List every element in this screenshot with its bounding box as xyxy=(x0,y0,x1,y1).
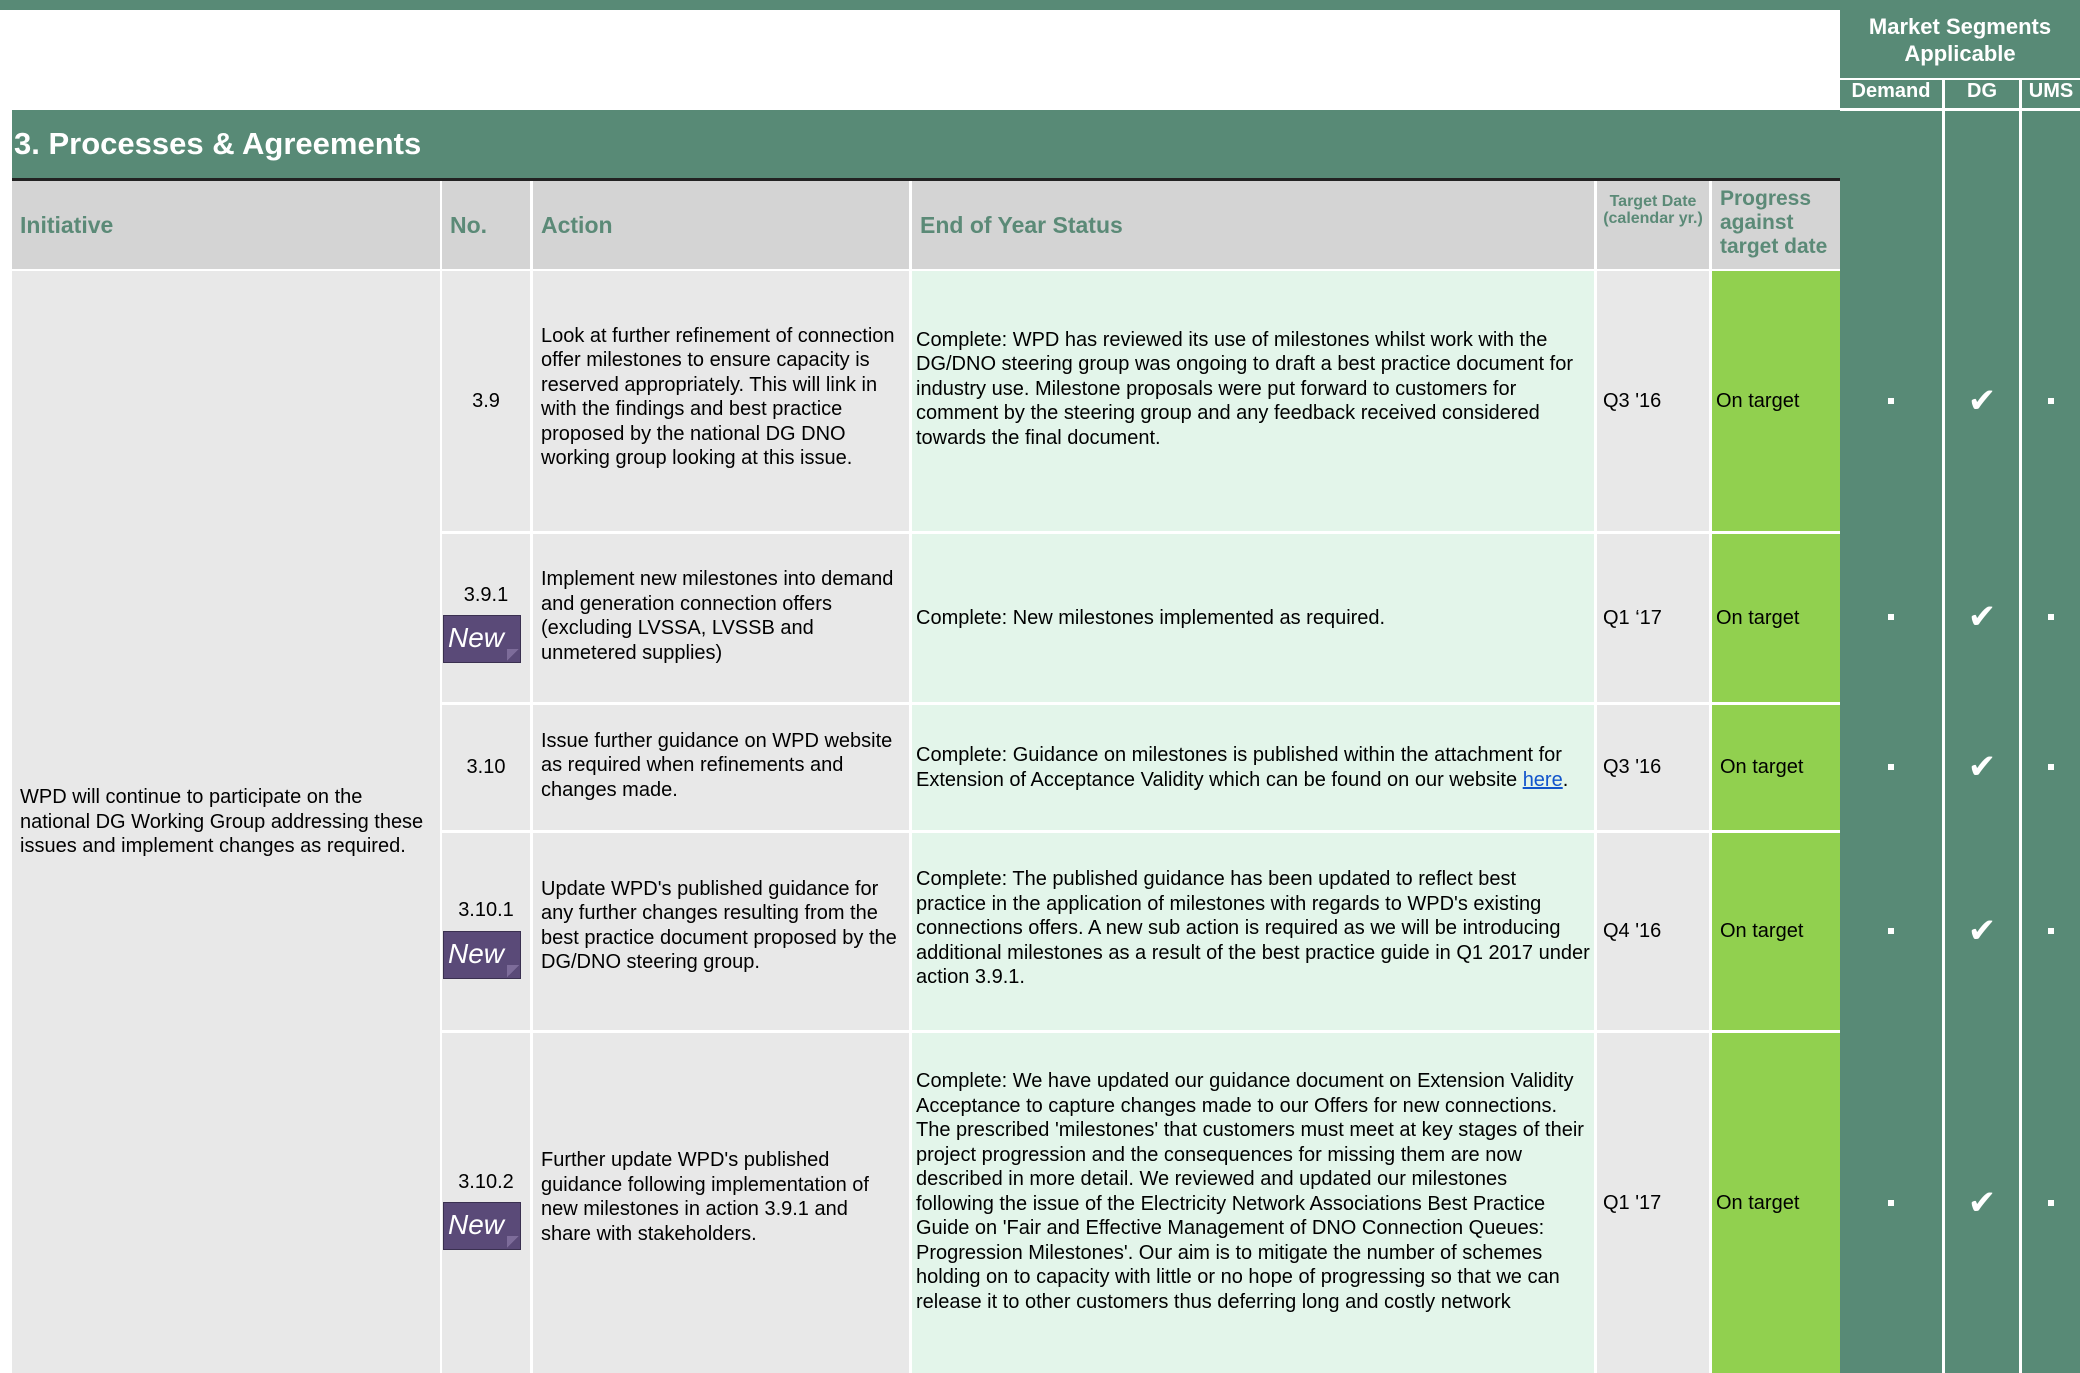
header-initiative: Initiative xyxy=(12,181,440,269)
top-bar xyxy=(0,0,2080,10)
check-icon: ✔ xyxy=(1967,382,1997,420)
header-no: No. xyxy=(442,181,530,269)
new-badge: New xyxy=(443,615,521,664)
dot-icon xyxy=(1840,398,1942,404)
market-segment-label-dg: DG xyxy=(1967,80,1997,102)
row-3-10-2-number: 3.10.2 New xyxy=(442,1033,530,1373)
row-3-10-2-progress: On target xyxy=(1712,1033,1840,1373)
header-end-of-year-status: End of Year Status xyxy=(912,181,1594,269)
row-3-10-number: 3.10 xyxy=(442,705,530,830)
section-title: 3. Processes & Agreements xyxy=(12,110,1840,178)
row-3-10-1-number: 3.10.1 New xyxy=(442,833,530,1030)
row-3-10-2-target-date: Q1 '17 xyxy=(1597,1033,1709,1373)
row-3-9-progress: On target xyxy=(1712,271,1840,531)
row-3-10-1-target-date: Q4 '16 xyxy=(1597,833,1709,1030)
row-3-9-1-action: Implement new milestones into demand and… xyxy=(533,534,909,702)
market-segment-label-ums: UMS xyxy=(2028,80,2074,102)
market-segments-title: Market Segments Applicable xyxy=(1840,10,2080,78)
new-badge: New xyxy=(443,930,521,979)
new-badge: New xyxy=(443,1202,521,1251)
header-action: Action xyxy=(533,181,909,269)
row-3-10-target-date: Q3 '16 xyxy=(1597,705,1709,830)
check-icon: ✔ xyxy=(1967,748,1997,786)
check-icon: ✔ xyxy=(1967,1184,1997,1222)
row-3-10-action: Issue further guidance on WPD website as… xyxy=(533,705,909,830)
row-3-10-progress: On target xyxy=(1712,705,1840,830)
market-segment-label-demand: Demand xyxy=(1851,80,1931,102)
dot-icon xyxy=(1840,764,1942,770)
dot-icon xyxy=(2022,1200,2080,1206)
row-3-9-1-progress: On target xyxy=(1712,534,1840,702)
dot-icon xyxy=(2022,928,2080,934)
market-segment-column-demand: Demand xyxy=(1840,80,1942,1373)
dot-icon xyxy=(2022,398,2080,404)
row-3-9-1-number: 3.9.1 New xyxy=(442,534,530,702)
check-icon: ✔ xyxy=(1967,598,1997,636)
market-segment-column-ums: UMS xyxy=(2022,80,2080,1373)
row-3-9-target-date: Q3 '16 xyxy=(1597,271,1709,531)
row-3-10-status: Complete: Guidance on milestones is publ… xyxy=(912,705,1594,830)
dot-icon xyxy=(2022,764,2080,770)
market-segments-divider xyxy=(1840,108,2080,111)
dot-icon xyxy=(2022,614,2080,620)
row-3-10-1-progress: On target xyxy=(1712,833,1840,1030)
check-icon: ✔ xyxy=(1967,912,1997,950)
market-segment-column-dg: DG xyxy=(1945,80,2019,1373)
row-3-10-2-status: Complete: We have updated our guidance d… xyxy=(912,1033,1594,1373)
row-3-10-2-action: Further update WPD's published guidance … xyxy=(533,1033,909,1373)
dot-icon xyxy=(1840,1200,1942,1206)
header-progress: Progress against target date xyxy=(1712,181,1840,269)
dot-icon xyxy=(1840,614,1942,620)
here-link[interactable]: here xyxy=(1523,769,1563,791)
dot-icon xyxy=(1840,928,1942,934)
row-3-9-1-target-date: Q1 ‘17 xyxy=(1597,534,1709,702)
row-3-9-status: Complete: WPD has reviewed its use of mi… xyxy=(912,271,1594,531)
header-target-date: Target Date (calendar yr.) xyxy=(1597,181,1709,269)
row-3-9-number: 3.9 xyxy=(442,271,530,531)
row-3-9-1-status: Complete: New milestones implemented as … xyxy=(912,534,1594,702)
row-3-10-1-action: Update WPD's published guidance for any … xyxy=(533,833,909,1030)
row-3-10-1-status: Complete: The published guidance has bee… xyxy=(912,833,1594,1030)
initiative-cell: WPD will continue to participate on the … xyxy=(12,271,440,1373)
row-3-9-action: Look at further refinement of connection… xyxy=(533,271,909,531)
